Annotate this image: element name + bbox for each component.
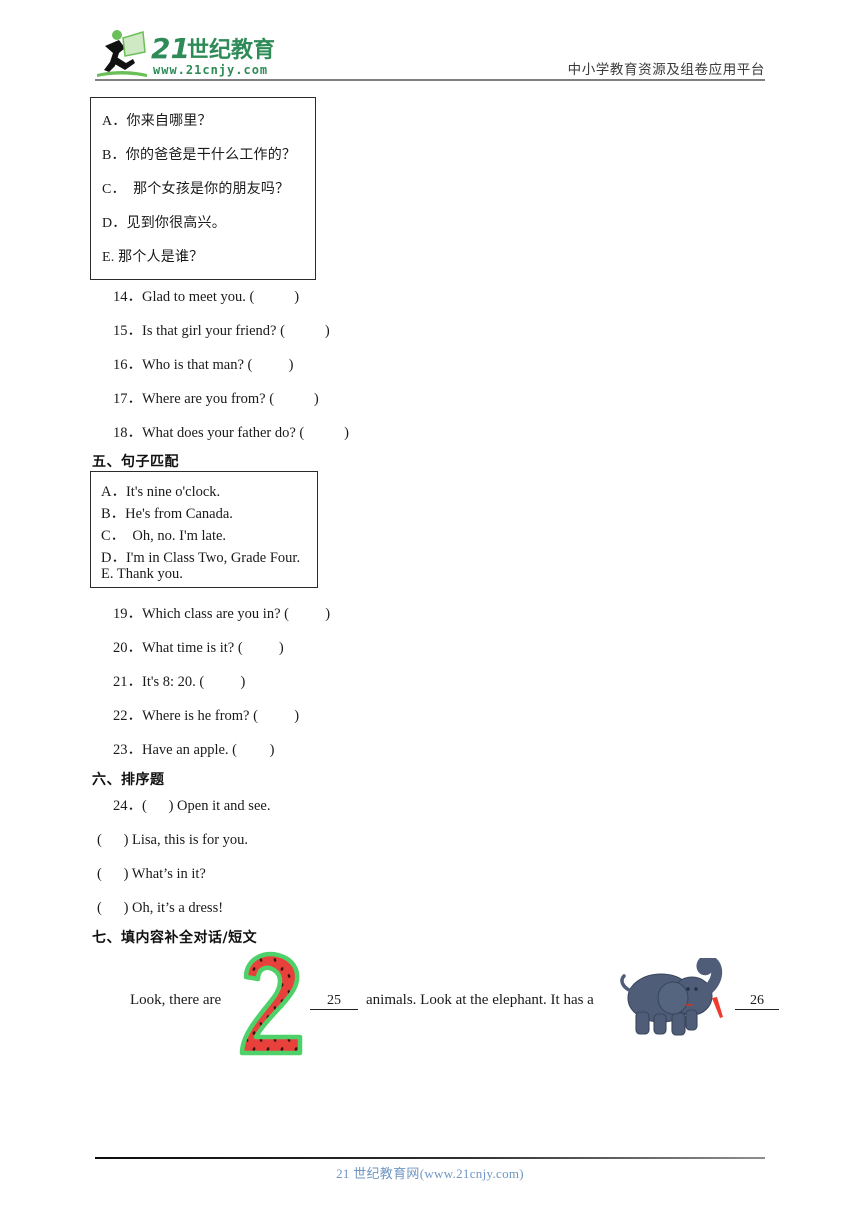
question-item: 22．Where is he from? ( ) xyxy=(113,708,300,724)
option-item: D．见到你很高兴。 xyxy=(102,216,226,231)
order-item: 24．( ) Open it and see. xyxy=(113,798,271,814)
question-item: 23．Have an apple. ( ) xyxy=(113,742,275,758)
english-options-box: A．It's nine o'clock. B．He's from Canada.… xyxy=(90,471,318,588)
option-item: E. Thank you. xyxy=(101,566,183,582)
header-divider xyxy=(95,79,765,81)
cloze-blank-25-wrap: 25 xyxy=(310,992,358,1010)
pointer-arrow-icon xyxy=(712,997,723,1018)
svg-text:世纪教育: 世纪教育 xyxy=(187,37,275,63)
question-item: 21．It's 8: 20. ( ) xyxy=(113,674,246,690)
question-item: 14．Glad to meet you. ( ) xyxy=(113,289,300,305)
site-logo: 21 世纪教育 www.21cnjy.com xyxy=(95,26,325,82)
cloze-blank-25: 25 xyxy=(310,993,358,1010)
option-item: C． Oh, no. I'm late. xyxy=(101,528,227,544)
watermelon-number-two-image xyxy=(236,949,308,1057)
question-item: 17．Where are you from? ( ) xyxy=(113,391,319,407)
cloze-blank-26: 26 xyxy=(735,993,779,1010)
order-item: ( ) Lisa, this is for you. xyxy=(97,832,249,848)
header-tagline: 中小学教育资源及组卷应用平台 xyxy=(567,62,765,77)
question-item: 15．Is that girl your friend? ( ) xyxy=(113,323,330,339)
option-item: A．你来自哪里？ xyxy=(102,114,212,129)
option-item: D．I'm in Class Two, Grade Four. xyxy=(101,550,301,566)
elephant-image xyxy=(616,958,732,1038)
section-heading-six: 六、排序题 xyxy=(92,772,165,788)
option-item: B．He's from Canada. xyxy=(101,506,233,522)
section-heading-seven: 七、填内容补全对话/短文 xyxy=(92,930,258,946)
section-heading-five: 五、句子匹配 xyxy=(92,451,179,473)
worksheet-page: 21 世纪教育 www.21cnjy.com 中小学教育资源及组卷应用平台 A．… xyxy=(0,0,860,1216)
footer-divider xyxy=(95,1157,765,1159)
cloze-blank-26-wrap: 26 xyxy=(735,992,779,1010)
question-item: 20．What time is it? ( ) xyxy=(113,640,284,656)
question-item: 18．What does your father do? ( ) xyxy=(113,425,349,441)
running-person-icon xyxy=(97,30,147,77)
order-item: ( ) Oh, it’s a dress! xyxy=(97,900,224,916)
question-item: 16．Who is that man? ( ) xyxy=(113,357,294,373)
option-item: B．你的爸爸是干什么工作的？ xyxy=(102,148,297,163)
cloze-text-part1: Look, there are xyxy=(130,992,222,1008)
cloze-text-part2: animals. Look at the elephant. It has a xyxy=(366,992,594,1008)
option-item: A．It's nine o'clock. xyxy=(101,484,221,500)
footer-text: 21 世纪教育网(www.21cnjy.com) xyxy=(336,1166,524,1181)
option-item: E. 那个人是谁？ xyxy=(102,250,204,265)
order-item: ( ) What’s in it? xyxy=(97,866,206,882)
svg-text:21: 21 xyxy=(151,32,190,65)
svg-text:www.21cnjy.com: www.21cnjy.com xyxy=(153,63,268,77)
option-item: C． 那个女孩是你的朋友吗？ xyxy=(102,182,290,197)
question-item: 19．Which class are you in? ( ) xyxy=(113,606,331,622)
chinese-options-box: A．你来自哪里？ B．你的爸爸是干什么工作的？ C． 那个女孩是你的朋友吗？ D… xyxy=(90,97,316,280)
